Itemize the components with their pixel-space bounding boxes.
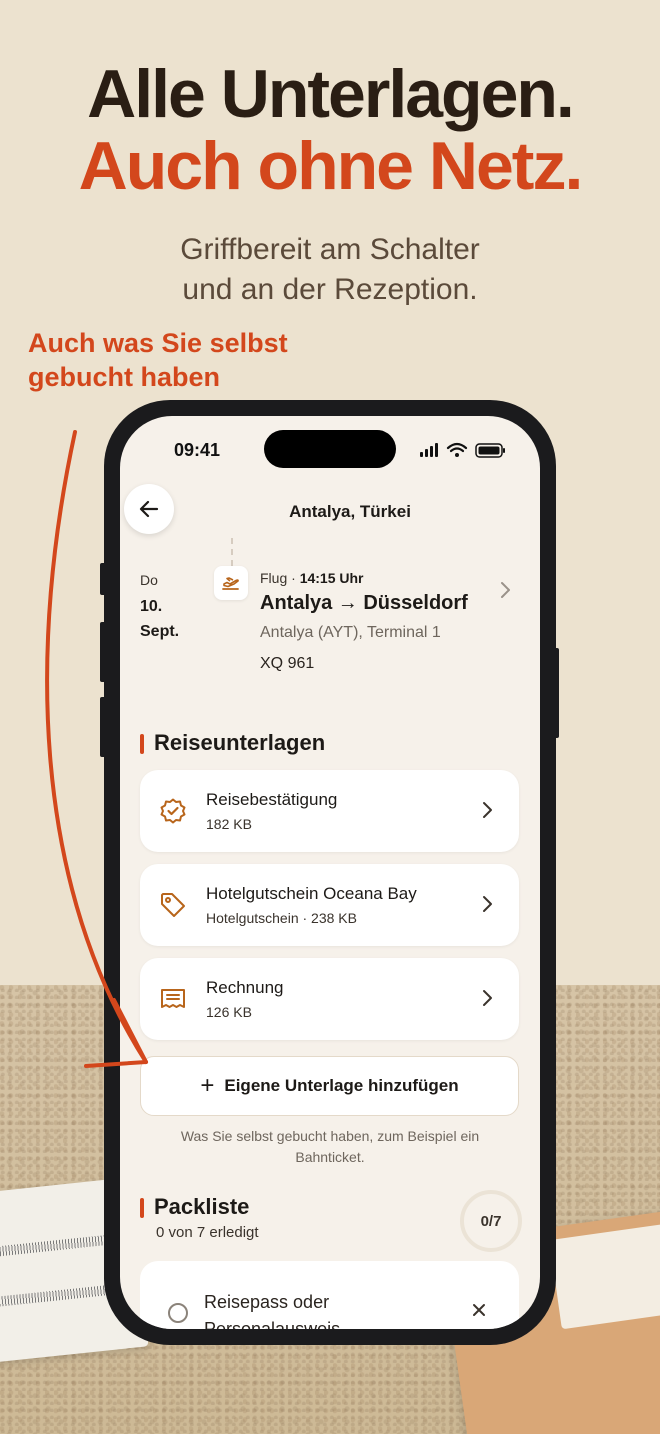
status-time: 09:41 xyxy=(174,440,221,460)
plane-takeoff-icon xyxy=(214,566,248,600)
packlist-item-label: Reisepass oder Personalausweis xyxy=(204,1292,341,1329)
timeline-line xyxy=(231,538,233,566)
packlist-progress-ring: 0/7 xyxy=(460,1190,522,1252)
flight-date-month: Sept. xyxy=(140,623,180,640)
flight-number: XQ 961 xyxy=(260,655,315,672)
add-document-label: Eigene Unterlage hinzufügen xyxy=(224,1076,459,1095)
packlist-progress: 0 von 7 erledigt xyxy=(156,1224,259,1241)
checkbox[interactable] xyxy=(168,1303,188,1323)
document-title: Hotelgutschein Oceana Bay xyxy=(206,884,417,903)
chevron-right-icon xyxy=(483,802,492,818)
chevron-right-icon xyxy=(483,896,492,912)
document-title: Reisebestätigung xyxy=(206,790,338,809)
flight-date-day: 10. xyxy=(140,598,163,615)
subheadline-line-1: Griffbereit am Schalter xyxy=(180,233,480,266)
receipt-icon xyxy=(158,984,188,1014)
badge-check-icon xyxy=(158,796,188,826)
phone-screen: 09:41 Antalya, Türkei Do 10. Sept. Flug … xyxy=(120,416,540,1329)
add-document-button[interactable]: + Eigene Unterlage hinzufügen xyxy=(140,1056,519,1116)
arrow-left-icon xyxy=(139,500,159,518)
add-document-hint: Was Sie selbst gebucht haben, zum Beispi… xyxy=(180,1128,480,1165)
envelope-paper xyxy=(549,1220,660,1330)
flight-date: 10. Sept. xyxy=(140,594,179,644)
page-title: Antalya, Türkei xyxy=(289,502,411,521)
flight-type: Flug · xyxy=(260,570,300,586)
back-button[interactable] xyxy=(124,484,174,534)
flight-time: 14:15 Uhr xyxy=(299,570,364,586)
tag-icon xyxy=(158,890,188,920)
dynamic-island xyxy=(264,430,396,468)
signal-icon xyxy=(420,443,438,457)
flight-row[interactable]: Do 10. Sept. Flug · 14:15 Uhr Antalya → … xyxy=(140,538,520,686)
document-title: Rechnung xyxy=(206,978,284,997)
documents-title: Reiseunterlagen xyxy=(140,730,325,756)
packlist-ring-label: 0/7 xyxy=(480,1212,502,1230)
callout-line-2: gebucht haben xyxy=(28,362,221,392)
callout-line-1: Auch was Sie selbst xyxy=(28,328,288,358)
document-card-reisebestaetigung[interactable]: Reisebestätigung 182 KB xyxy=(140,770,519,852)
packlist-title: Packliste xyxy=(140,1194,249,1220)
headline-line-2: Auch ohne Netz. xyxy=(78,128,584,204)
flight-route: Antalya → Düsseldorf xyxy=(260,592,468,614)
status-icons xyxy=(420,442,505,458)
close-icon[interactable] xyxy=(470,1301,488,1319)
wifi-icon xyxy=(446,442,468,453)
subheadline: Griffbereit am Schalter und an der Rezep… xyxy=(0,230,660,310)
flight-meta: Flug · 14:15 Uhr xyxy=(260,570,364,586)
packlist-item[interactable]: Reisepass oder Personalausweis xyxy=(140,1261,519,1329)
document-size: 182 KB xyxy=(206,816,252,832)
battery-icon xyxy=(475,443,505,458)
document-card-rechnung[interactable]: Rechnung 126 KB xyxy=(140,958,519,1040)
phone-frame: 09:41 Antalya, Türkei Do 10. Sept. Flug … xyxy=(104,400,556,1345)
headline: Alle Unterlagen. Auch ohne Netz. xyxy=(0,58,660,202)
flight-airport: Antalya (AYT), Terminal 1 xyxy=(260,624,441,641)
document-card-hotelgutschein[interactable]: Hotelgutschein Oceana Bay Hotelgutschein… xyxy=(140,864,519,946)
chevron-right-icon xyxy=(483,990,492,1006)
headline-line-1: Alle Unterlagen. xyxy=(87,56,575,132)
document-size: Hotelgutschein · 238 KB xyxy=(206,910,357,926)
chevron-right-icon xyxy=(501,582,510,598)
document-size: 126 KB xyxy=(206,1004,252,1020)
plus-icon: + xyxy=(200,1072,215,1099)
flight-day: Do xyxy=(140,572,158,588)
subheadline-line-2: und an der Rezeption. xyxy=(182,273,478,306)
callout: Auch was Sie selbst gebucht haben xyxy=(28,326,288,394)
